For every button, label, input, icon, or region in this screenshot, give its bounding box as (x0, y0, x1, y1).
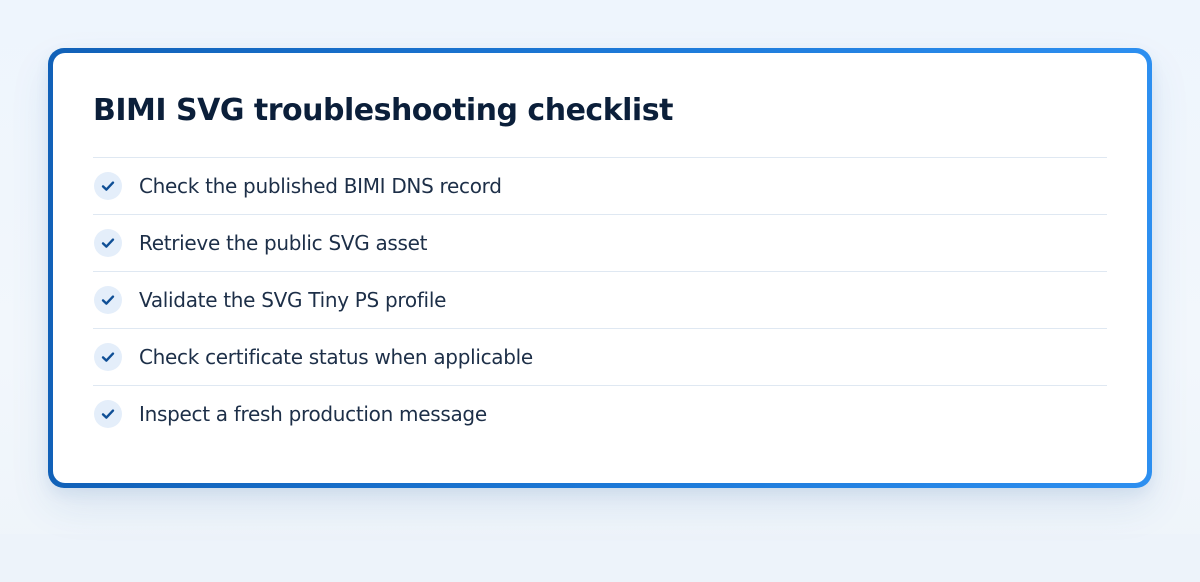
check-icon (94, 229, 122, 257)
checklist-item-label: Check the published BIMI DNS record (139, 174, 502, 198)
check-icon (94, 343, 122, 371)
checklist-item-label: Check certificate status when applicable (139, 345, 533, 369)
checklist-item-label: Retrieve the public SVG asset (139, 231, 428, 255)
check-icon (94, 286, 122, 314)
checklist-card-frame: BIMI SVG troubleshooting checklist Check… (48, 48, 1152, 488)
checklist-card: BIMI SVG troubleshooting checklist Check… (53, 53, 1147, 483)
checklist-item: Check certificate status when applicable (93, 329, 1107, 386)
checklist-item: Check the published BIMI DNS record (93, 158, 1107, 215)
checklist-item: Retrieve the public SVG asset (93, 215, 1107, 272)
checklist: Check the published BIMI DNS record Retr… (93, 157, 1107, 442)
check-icon (94, 172, 122, 200)
checklist-item: Validate the SVG Tiny PS profile (93, 272, 1107, 329)
checklist-item-label: Inspect a fresh production message (139, 402, 487, 426)
checklist-item-label: Validate the SVG Tiny PS profile (139, 288, 447, 312)
footer-band (0, 534, 1200, 582)
checklist-item: Inspect a fresh production message (93, 386, 1107, 442)
check-icon (94, 400, 122, 428)
checklist-title: BIMI SVG troubleshooting checklist (93, 93, 673, 128)
